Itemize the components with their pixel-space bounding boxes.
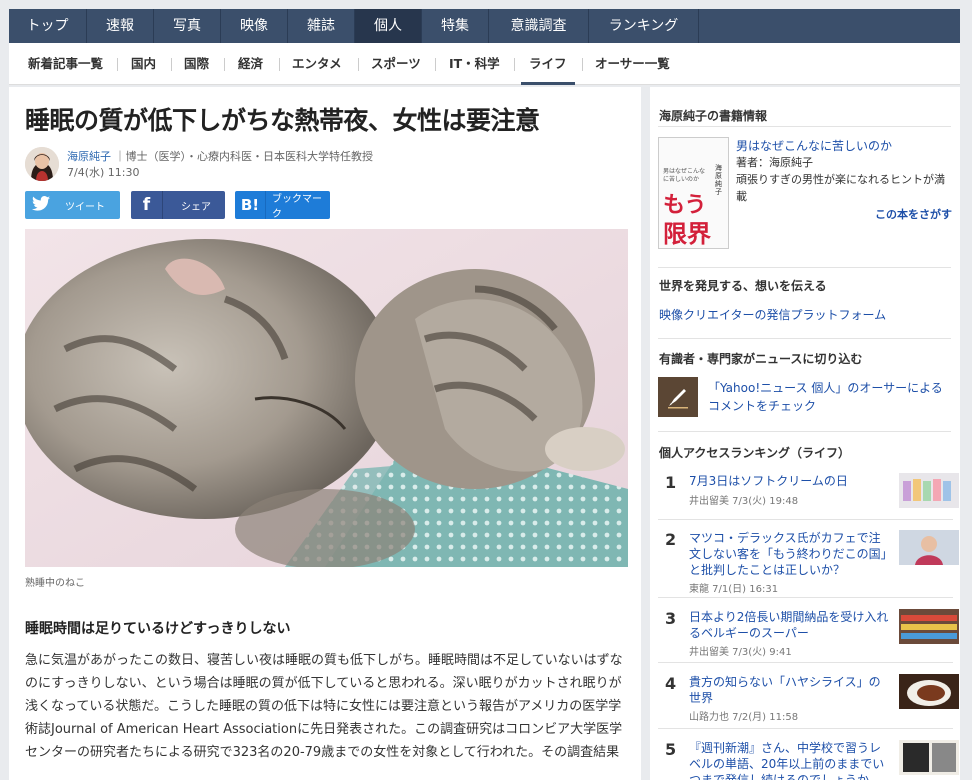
subnav-divider (117, 58, 118, 71)
divider (658, 728, 953, 729)
tab-personal[interactable]: 個人 (355, 9, 422, 43)
divider (658, 338, 951, 339)
tweet-button[interactable]: ツイート (25, 191, 120, 219)
comment-pen-icon (658, 377, 698, 417)
ranking-meta: 東龍 7/1(日) 16:31 (689, 584, 779, 595)
ranking-title-link[interactable]: 日本より2倍長い期間納品を受け入れるベルギーのスーパー (689, 609, 889, 641)
rank-number: 3 (665, 609, 677, 628)
ranking-thumbnail-tv (899, 530, 959, 565)
facebook-icon: f (131, 191, 163, 219)
experts-section-title: 有識者・専門家がニュースに切り込む (659, 352, 863, 366)
article-subheading: 睡眠時間は足りているけどすっきりしない (25, 621, 291, 637)
subnav-divider (171, 58, 172, 71)
subnav-divider (224, 58, 225, 71)
hatena-bookmark-label: ブックマーク (271, 194, 322, 220)
tab-ranking[interactable]: ランキング (589, 9, 699, 43)
author-affiliation: ｜博士（医学）・心療内科医・日本医科大学特任教授 (114, 150, 374, 163)
rank-number: 5 (665, 740, 677, 759)
subnav-divider (582, 58, 583, 71)
facebook-share-label: シェア (181, 201, 211, 213)
ranking-thumbnail-softcream (899, 473, 959, 508)
yahoo-news-authors-link[interactable]: 「Yahoo!ニュース 個人」のオーサーによるコメントをチェック (708, 379, 953, 415)
tab-video[interactable]: 映像 (221, 9, 288, 43)
subnav-life[interactable]: ライフ (521, 43, 575, 85)
book-title-link[interactable]: 男はなぜこんなに苦しいのか (736, 137, 892, 154)
divider (658, 267, 951, 268)
photo-caption: 熟睡中のねこ (25, 578, 85, 589)
ranking-title-link[interactable]: 7月3日はソフトクリームの日 (689, 473, 889, 489)
tab-photos[interactable]: 写真 (154, 9, 221, 43)
ranking-thumbnail-magazine (899, 740, 959, 775)
ranking-item[interactable]: 3 日本より2倍長い期間納品を受け入れるベルギーのスーパー 井出留美 7/3(火… (658, 609, 959, 658)
sub-navigation: 新着記事一覧 国内 国際 経済 エンタメ スポーツ IT・科学 ライフ オーサー… (9, 43, 960, 85)
author-avatar[interactable] (25, 147, 59, 181)
ranking-meta: 井出留美 7/3(火) 9:41 (689, 647, 792, 658)
subnav-economy[interactable]: 経済 (238, 43, 263, 85)
ranking-title-link[interactable]: 『週刊新潮』さん、中学校で習うレベルの単語、20年以上前のままでいつまで発信し続… (689, 740, 889, 780)
tab-magazine[interactable]: 雑誌 (288, 9, 355, 43)
book-author: 著者：海原純子 (736, 156, 813, 169)
ranking-item[interactable]: 1 7月3日はソフトクリームの日 井出留美 7/3(火) 19:48 (658, 473, 959, 513)
ranking-item[interactable]: 4 貴方の知らない「ハヤシライス」の世界 山路力也 7/2(月) 11:58 (658, 674, 959, 723)
ranking-meta: 井出留美 7/3(火) 19:48 (689, 496, 799, 507)
ranking-item[interactable]: 5 『週刊新潮』さん、中学校で習うレベルの単語、20年以上前のままでいつまで発信… (658, 740, 959, 780)
sidebar: 海原純子の書籍情報 男はなぜこんなに苦しいのか 海原純子 もう 限界 男はなぜこ… (650, 87, 960, 780)
tweet-label: ツイート (65, 201, 105, 213)
subnav-entertainment[interactable]: エンタメ (292, 43, 342, 85)
article-title: 睡眠の質が低下しがちな熱帯夜、女性は要注意 (25, 106, 540, 135)
subnav-sports[interactable]: スポーツ (371, 43, 421, 85)
author-name[interactable]: 海原純子 (67, 150, 111, 163)
rank-number: 2 (665, 530, 677, 549)
subnav-latest[interactable]: 新着記事一覧 (28, 43, 103, 85)
divider (658, 519, 953, 520)
article-photo-sleeping-cat (25, 229, 628, 567)
subnav-it-science[interactable]: IT・科学 (449, 43, 500, 85)
tab-survey[interactable]: 意識調査 (489, 9, 589, 43)
book-cover-author: 海原純子 (715, 164, 722, 196)
hatena-bookmark-button[interactable]: B! ブックマーク (235, 191, 330, 220)
book-cover-title-2: 限界 (663, 220, 711, 248)
creator-platform-link[interactable]: 映像クリエイターの発信プラットフォーム (659, 306, 886, 323)
tab-breaking[interactable]: 速報 (87, 9, 154, 43)
article-date: 7/4(水) 11:30 (67, 166, 140, 179)
ranking-title-link[interactable]: マツコ・デラックス氏がカフェで注文しない客を「もう終わりだこの国」と批判したこと… (689, 530, 889, 578)
ranking-thumbnail-supermarket (899, 609, 959, 644)
author-line: 海原純子 ｜博士（医学）・心療内科医・日本医科大学特任教授 (67, 148, 373, 164)
book-section-title: 海原純子の書籍情報 (659, 109, 768, 123)
subnav-divider (358, 58, 359, 71)
book-cover-image[interactable]: 男はなぜこんなに苦しいのか 海原純子 もう 限界 (658, 137, 729, 249)
tab-features[interactable]: 特集 (422, 9, 489, 43)
divider (658, 597, 953, 598)
subnav-international[interactable]: 国際 (184, 43, 209, 85)
subnav-divider (514, 58, 515, 71)
divider (658, 662, 953, 663)
divider (658, 431, 951, 432)
top-navigation: トップ 速報 写真 映像 雑誌 個人 特集 意識調査 ランキング (9, 9, 960, 43)
subnav-divider (279, 58, 280, 71)
rank-number: 1 (665, 473, 677, 492)
facebook-share-button[interactable]: f シェア (131, 191, 225, 219)
ranking-item[interactable]: 2 マツコ・デラックス氏がカフェで注文しない客を「もう終わりだこの国」と批判した… (658, 530, 959, 595)
hatena-b-icon: B! (235, 191, 266, 219)
subnav-authors[interactable]: オーサー一覧 (595, 43, 670, 85)
subnav-domestic[interactable]: 国内 (131, 43, 156, 85)
book-cover-subtitle: 男はなぜこんなに苦しいのか (663, 168, 706, 183)
book-description: 頑張りすぎの男性が楽になれるヒントが満載 (736, 173, 945, 203)
ranking-thumbnail-hayashi-rice (899, 674, 959, 709)
rank-number: 4 (665, 674, 677, 693)
twitter-bird-icon (25, 196, 57, 214)
tab-top[interactable]: トップ (9, 9, 87, 43)
discover-section-title: 世界を発見する、想いを伝える (659, 279, 827, 293)
subnav-divider (435, 58, 436, 71)
find-book-link[interactable]: この本をさがす (875, 206, 952, 222)
divider (658, 126, 951, 127)
ranking-title-link[interactable]: 貴方の知らない「ハヤシライス」の世界 (689, 674, 889, 706)
ranking-meta: 山路力也 7/2(月) 11:58 (689, 712, 799, 723)
article-body: 急に気温があがったこの数日、寝苦しい夜は睡眠の質も低下しがち。睡眠時間は不足して… (25, 653, 623, 760)
ranking-section-title: 個人アクセスランキング（ライフ） (659, 446, 851, 460)
article: 睡眠の質が低下しがちな熱帯夜、女性は要注意 海原純子 ｜博士（医学）・心療内科医… (9, 87, 641, 780)
